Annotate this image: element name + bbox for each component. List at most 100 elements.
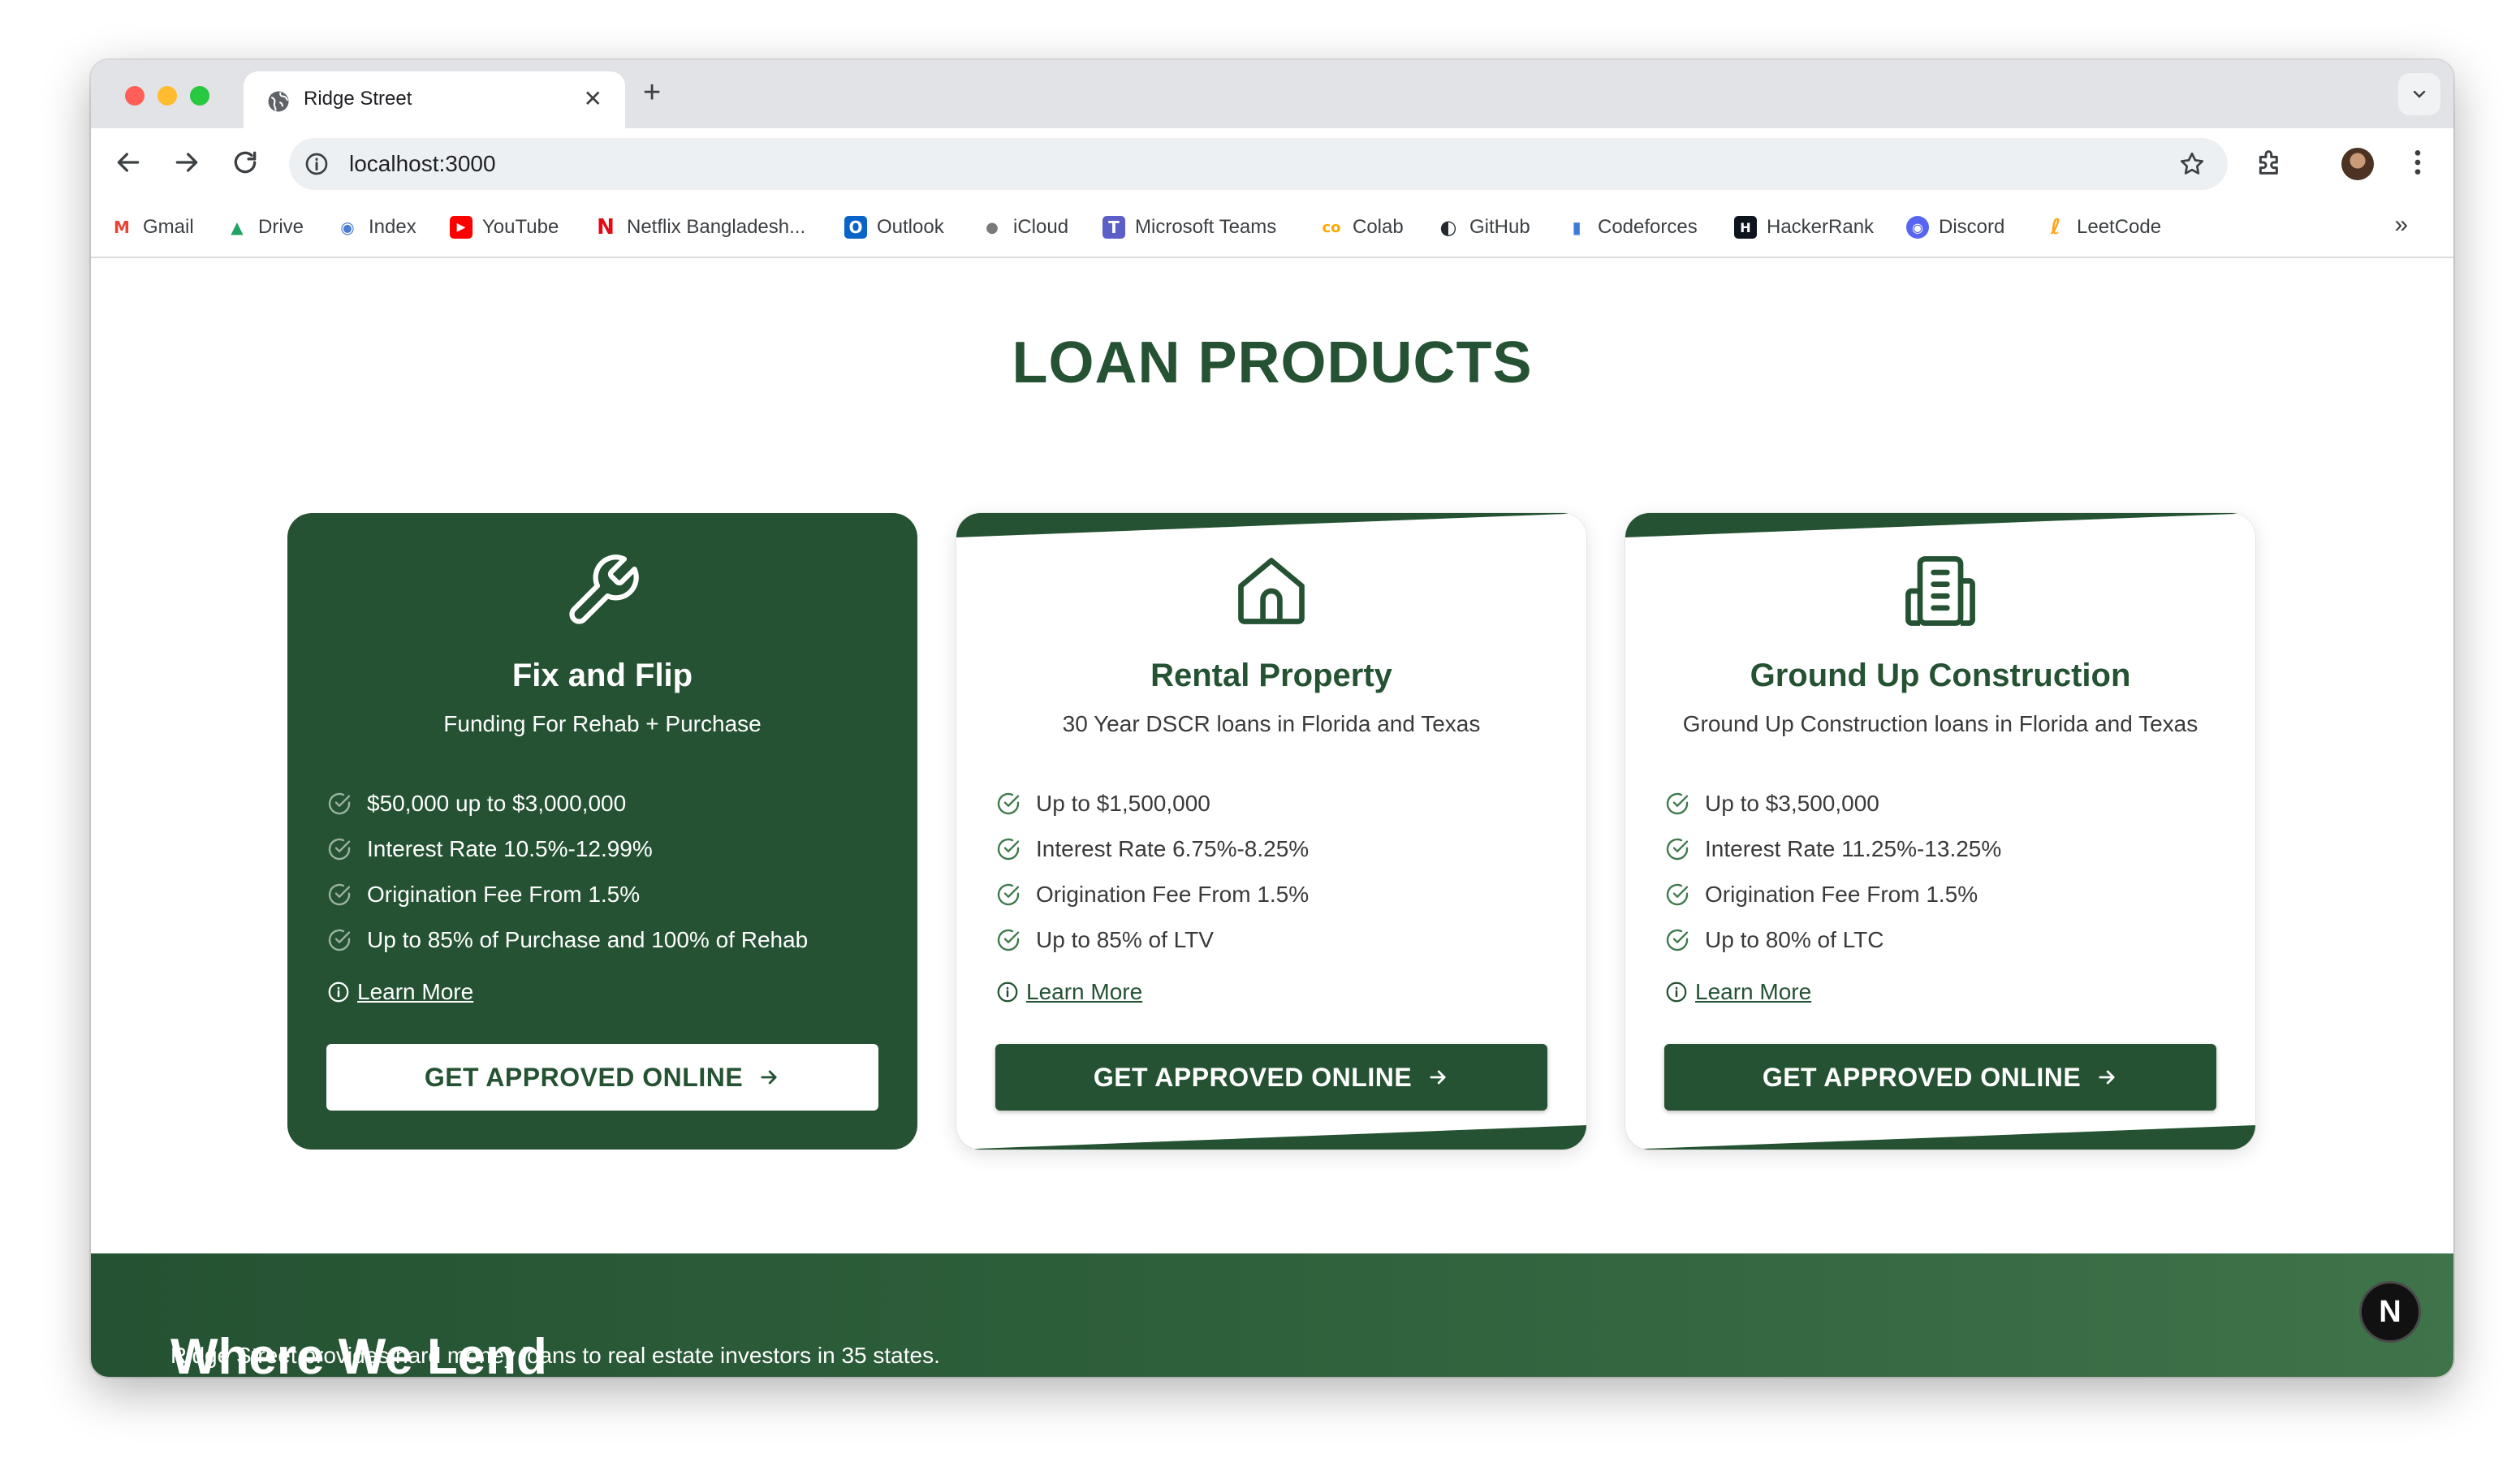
apple-icon: ● [986,218,999,236]
back-icon[interactable] [112,146,145,179]
info-icon [1666,981,1687,1003]
new-tab-button[interactable]: + [643,76,661,109]
site-info-icon[interactable] [304,151,330,177]
feature-item: Origination Fee From 1.5% [326,872,808,917]
bookmark-label: Colab [1353,216,1404,238]
check-circle-icon [997,838,1020,861]
github-icon: ◐ [1439,216,1457,239]
bookmark-github[interactable]: ◐ GitHub [1437,213,1530,242]
gmail-icon: M [114,218,130,237]
check-circle-icon [328,929,351,951]
more-bookmarks-icon[interactable]: » [2394,211,2408,239]
get-approved-button[interactable]: GET APPROVED ONLINE [1664,1044,2216,1111]
bookmark-label: Microsoft Teams [1135,216,1277,238]
teams-icon: T [1102,216,1125,239]
tab-strip: Ridge Street ✕ + [91,60,2453,128]
profile-avatar[interactable] [2341,148,2374,180]
bookmark-outlook[interactable]: O Outlook [844,213,944,242]
card-top-accent [956,513,1586,537]
card-title: Rental Property [1150,658,1392,693]
check-circle-icon [997,792,1020,815]
feature-text: Interest Rate 6.75%-8.25% [1036,836,1310,861]
tab-search-button[interactable] [2398,73,2440,115]
close-tab-icon[interactable]: ✕ [584,86,602,112]
feature-text: Up to 85% of LTV [1036,927,1214,952]
cta-label: GET APPROVED ONLINE [1093,1062,1413,1092]
check-circle-icon [328,792,351,815]
bookmark-gmail[interactable]: M Gmail [110,213,194,242]
check-circle-icon [997,929,1020,951]
check-circle-icon [1666,929,1689,951]
tab-ridge-street[interactable]: Ridge Street ✕ [244,71,625,128]
learn-more-link[interactable]: Learn More [326,979,473,1005]
card-title: Ground Up Construction [1750,658,2131,693]
feature-list: $50,000 up to $3,000,000 Interest Rate 1… [326,781,808,963]
forward-icon[interactable] [170,146,203,179]
card-subtitle: Ground Up Construction loans in Florida … [1682,711,2199,736]
bookmark-discord[interactable]: ◉ Discord [1906,213,2004,242]
menu-kebab-icon[interactable] [2401,146,2434,179]
tab-title: Ridge Street [304,88,412,110]
minimize-window-button[interactable] [158,86,177,106]
learn-more-label: Learn More [357,979,474,1004]
zoom-window-button[interactable] [190,86,209,106]
feature-item: Up to $1,500,000 [995,781,1309,826]
bookmark-star-icon[interactable] [2177,149,2207,179]
netflix-icon: N [597,215,615,239]
bookmark-label: Gmail [143,216,194,238]
index-icon: ◉ [340,218,355,237]
lend-description: Ridge Street provides hard money loans t… [170,1343,940,1368]
info-icon [997,981,1018,1003]
extensions-icon[interactable] [2254,146,2286,179]
check-circle-icon [1666,838,1689,861]
page-content: LOAN PRODUCTS Fix and Flip Funding For R… [91,260,2453,1377]
arrow-right-icon [761,1070,777,1085]
colab-icon: co [1322,218,1341,236]
bookmark-netflix[interactable]: N Netflix Bangladesh... [594,213,805,242]
bookmark-label: GitHub [1469,216,1530,238]
feature-item: Up to $3,500,000 [1664,781,2001,826]
bookmark-index[interactable]: ◉ Index [336,213,416,242]
bookmark-label: LeetCode [2077,216,2162,238]
feature-item: Interest Rate 11.25%-13.25% [1664,826,2001,872]
bookmark-leetcode[interactable]: ℓ LeetCode [2044,213,2161,242]
bookmark-hackerrank[interactable]: H HackerRank [1734,213,1874,242]
feature-item: Origination Fee From 1.5% [995,872,1309,917]
outlook-icon: O [844,216,867,239]
info-icon [328,981,349,1003]
address-bar[interactable]: localhost:3000 [289,138,2228,190]
feature-text: $50,000 up to $3,000,000 [367,791,627,816]
bookmark-youtube[interactable]: ▶ YouTube [450,213,559,242]
check-circle-icon [1666,883,1689,906]
feature-text: Origination Fee From 1.5% [1705,882,1978,907]
section-title: LOAN PRODUCTS [1012,330,1533,395]
get-approved-button[interactable]: GET APPROVED ONLINE [995,1044,1547,1111]
check-circle-icon [997,883,1020,906]
feature-text: Origination Fee From 1.5% [1036,882,1310,907]
feature-text: Interest Rate 10.5%-12.99% [367,836,653,861]
codeforces-icon: ▮ [1572,218,1581,237]
bookmark-label: Netflix Bangladesh... [627,216,806,238]
discord-icon: ◉ [1906,216,1929,239]
wrench-icon [569,554,639,624]
reload-icon[interactable] [229,146,261,179]
bookmark-label: HackerRank [1767,216,1875,238]
url-text: localhost:3000 [349,151,496,176]
globe-icon [268,91,289,112]
bookmark-colab[interactable]: co Colab [1320,213,1404,242]
learn-more-link[interactable]: Learn More [1664,979,1811,1005]
get-approved-button[interactable]: GET APPROVED ONLINE [326,1044,878,1111]
close-window-button[interactable] [125,86,145,106]
card-bottom-accent [1625,1125,2255,1150]
learn-more-link[interactable]: Learn More [995,979,1142,1005]
nextjs-dev-badge[interactable]: N [2359,1281,2421,1343]
bookmark-teams[interactable]: T Microsoft Teams [1102,213,1276,242]
check-circle-icon [1666,792,1689,815]
bookmark-icloud[interactable]: ● iCloud [981,213,1068,242]
check-circle-icon [328,838,351,861]
bookmark-drive[interactable]: ▲ Drive [226,213,304,242]
feature-text: Up to 85% of Purchase and 100% of Rehab [367,927,809,952]
bookmark-codeforces[interactable]: ▮ Codeforces [1565,213,1697,242]
leetcode-icon: ℓ [2050,215,2061,239]
cta-label: GET APPROVED ONLINE [1762,1062,2082,1092]
